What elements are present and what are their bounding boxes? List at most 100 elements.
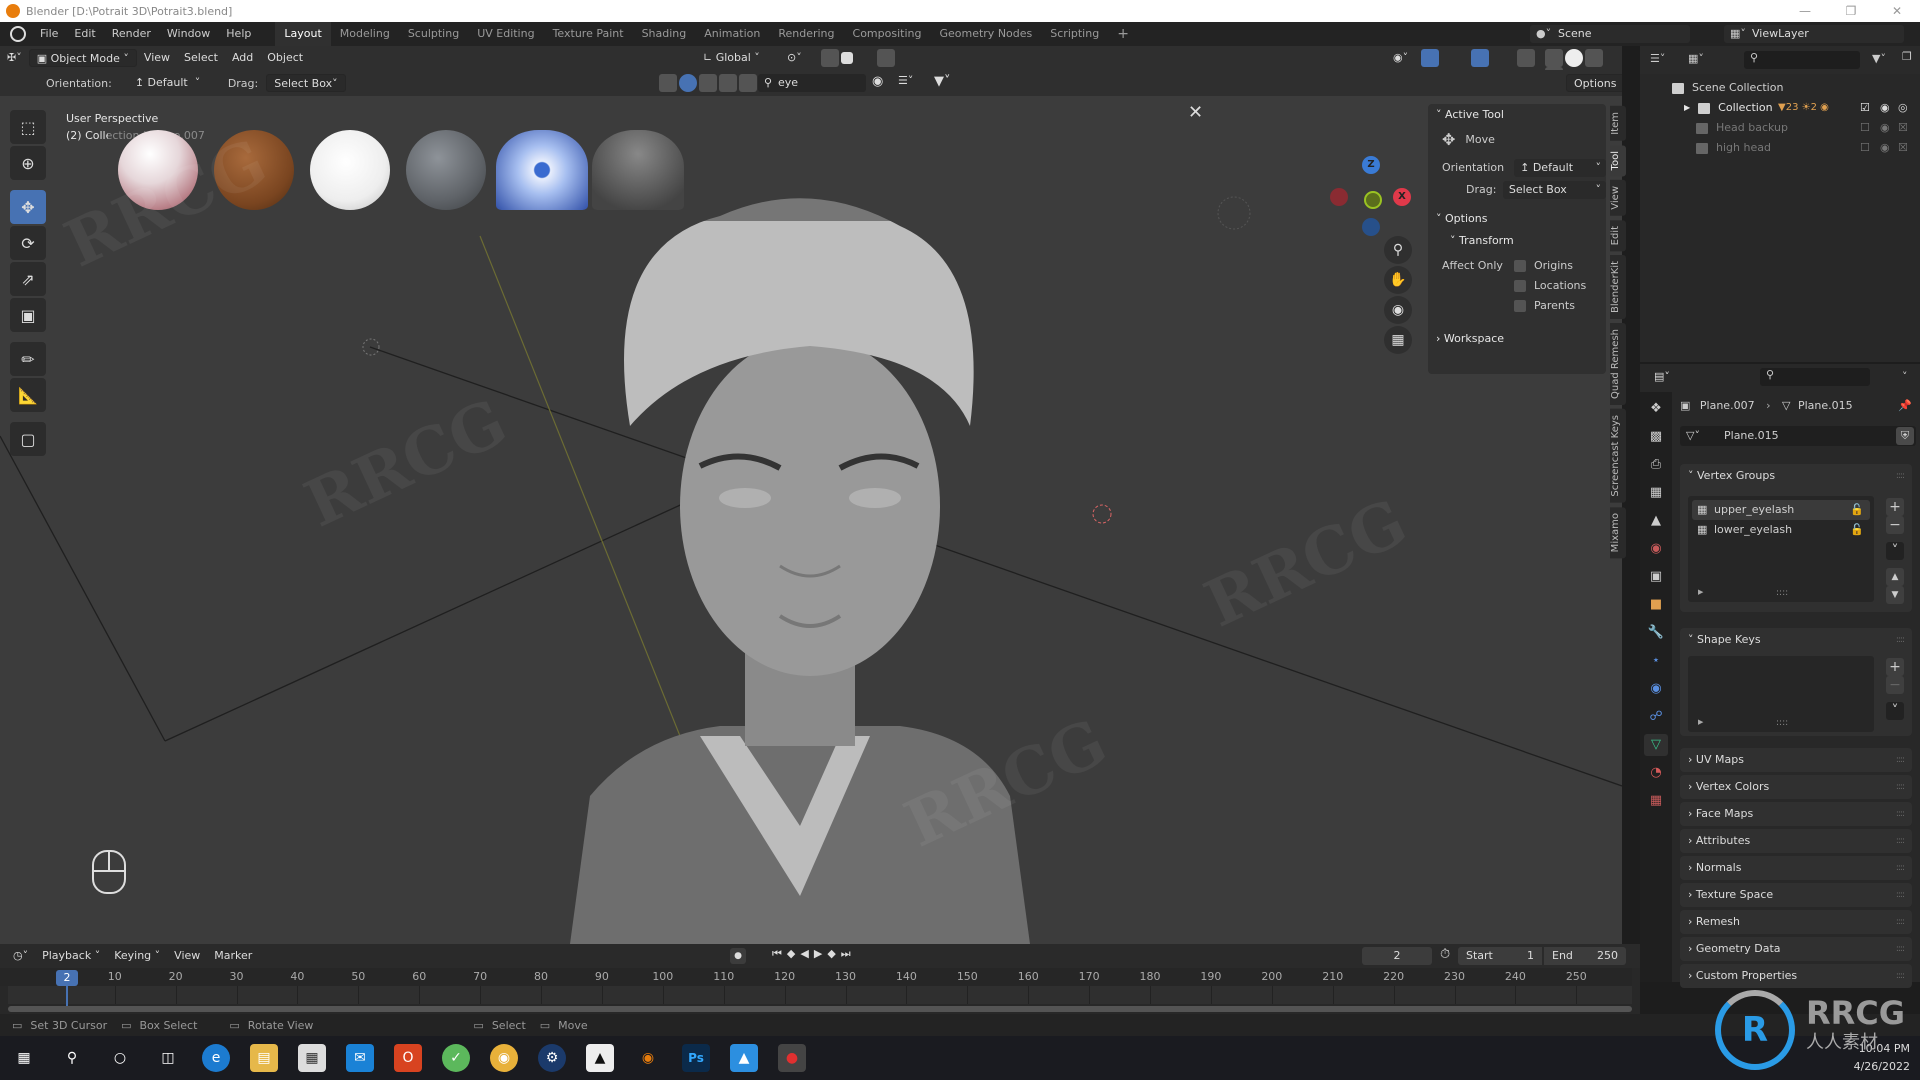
wireframe-shading-button[interactable]	[1545, 49, 1563, 67]
green-app-icon[interactable]: ✓	[442, 1044, 470, 1072]
tab-tool-settings[interactable]: ❖	[1644, 398, 1668, 420]
tool-select-box[interactable]: ⬚	[10, 110, 46, 144]
gizmo-y-axis[interactable]	[1364, 191, 1382, 209]
tool-rotate[interactable]: ⟳	[10, 226, 46, 260]
drag-handle[interactable]: ::::	[1896, 748, 1905, 772]
expand-filter-icon[interactable]: ▶	[1698, 718, 1703, 726]
menu-marker[interactable]: Marker	[207, 947, 259, 965]
menu-view[interactable]: View	[167, 947, 207, 965]
render-camera-icon[interactable]: ◎	[1898, 98, 1908, 118]
mesh-datablock-field[interactable]: ▽˅ Plane.015 ⛨	[1680, 426, 1916, 446]
panel-attributes[interactable]: › Attributes::::	[1680, 829, 1912, 853]
photoshop-icon[interactable]: Ps	[682, 1044, 710, 1072]
3d-viewport[interactable]: ✠˅ ▣ Object Mode ˅ View Select Add Objec…	[0, 46, 1622, 944]
pin-icon[interactable]: 📌	[1898, 396, 1912, 416]
zoom-view-icon[interactable]: ⚲	[1384, 236, 1412, 264]
workspace-tab-layout[interactable]: Layout	[275, 22, 331, 46]
resize-handle[interactable]: ::::	[1776, 718, 1788, 728]
lock-icon[interactable]: 🔓	[1850, 520, 1864, 540]
light-object[interactable]	[1217, 196, 1251, 230]
render-disabled-icon[interactable]: ☒	[1898, 138, 1908, 158]
pan-hand-icon[interactable]: ✋	[1384, 266, 1412, 294]
exclude-checkbox[interactable]: ☑	[1860, 98, 1870, 118]
character-model[interactable]	[570, 198, 1030, 944]
workspace-tab-sculpting[interactable]: Sculpting	[399, 22, 468, 46]
orientation-dropdown[interactable]: ↥ Default ˅	[128, 74, 222, 92]
outliner-scene-collection[interactable]: Scene Collection	[1640, 78, 1920, 98]
vertex-group-specials-dropdown[interactable]: ˅	[1886, 542, 1904, 560]
editor-type-button[interactable]: ◷˅	[6, 947, 35, 965]
close-material-strip-button[interactable]: ✕	[1188, 102, 1203, 123]
material-shading-button[interactable]	[1585, 49, 1603, 67]
panel-header[interactable]: › Vertex Colors::::	[1680, 775, 1912, 799]
vertex-group-item[interactable]: ▦ lower_eyelash 🔓	[1692, 520, 1870, 540]
overlay-toggle[interactable]	[1470, 49, 1490, 67]
timeline-track[interactable]	[8, 986, 1632, 1004]
tab-object-data[interactable]: ▽	[1644, 734, 1668, 756]
list-view-dropdown[interactable]: ☰˅	[898, 74, 913, 87]
menu-render[interactable]: Render	[104, 22, 159, 46]
outliner-item[interactable]: ▶ Collection ▼23 ☀2 ◉ ☑ ◉ ◎	[1640, 98, 1920, 118]
drag-handle[interactable]: ::::	[1896, 829, 1905, 853]
active-tool-header[interactable]: ˅ Active Tool	[1428, 104, 1606, 126]
jump-end-button[interactable]: ⏭	[841, 947, 856, 960]
menu-keying[interactable]: Keying ˅	[107, 947, 167, 965]
xray-toggle[interactable]	[1516, 49, 1536, 67]
material-blue-floral-cloth[interactable]	[496, 130, 588, 210]
breadcrumb-mesh[interactable]: Plane.015	[1798, 399, 1853, 412]
drag-handle[interactable]: ::::	[1896, 802, 1905, 826]
material-grey-dotted-cloth[interactable]	[592, 130, 684, 210]
file-explorer-icon[interactable]: ▤	[250, 1044, 278, 1072]
panel-vertex-colors[interactable]: › Vertex Colors::::	[1680, 775, 1912, 799]
3d-cursor[interactable]	[1092, 504, 1112, 524]
panel-header[interactable]: › Texture Space::::	[1680, 883, 1912, 907]
drag-handle[interactable]: ::::	[1896, 937, 1905, 961]
mode-icons[interactable]	[658, 74, 758, 92]
play-reverse-button[interactable]: ◀	[800, 947, 813, 960]
snap-toggle[interactable]	[820, 49, 854, 67]
material-grey-matte[interactable]	[406, 130, 486, 210]
tab-screencast-keys[interactable]: Screencast Keys	[1610, 409, 1626, 503]
fake-user-shield-icon[interactable]: ⛨	[1896, 427, 1914, 445]
remove-vertex-group-button[interactable]: −	[1886, 516, 1904, 534]
panel-header[interactable]: › Normals::::	[1680, 856, 1912, 880]
tab-quad-remesh[interactable]: Quad Remesh	[1610, 323, 1626, 406]
drag-dropdown[interactable]: Select Box˅	[266, 74, 346, 92]
panel-geometry-data[interactable]: › Geometry Data::::	[1680, 937, 1912, 961]
drag-handle[interactable]: ::::	[1896, 964, 1905, 988]
workspace-tab-modeling[interactable]: Modeling	[331, 22, 399, 46]
panel-remesh[interactable]: › Remesh::::	[1680, 910, 1912, 934]
view-layer-selector[interactable]: ▦˅ ViewLayer	[1724, 25, 1904, 43]
pivot-point-dropdown[interactable]: ⊙˅	[780, 49, 809, 67]
menu-view[interactable]: View	[137, 49, 177, 67]
shape-key-list[interactable]: ▶ ::::	[1688, 656, 1874, 732]
workspace-tab-compositing[interactable]: Compositing	[844, 22, 931, 46]
outliner-item[interactable]: Head backup ☐ ◉ ☒	[1640, 118, 1920, 138]
workspace-tab-texture-paint[interactable]: Texture Paint	[544, 22, 633, 46]
menu-playback[interactable]: Playback ˅	[35, 947, 107, 965]
add-workspace-button[interactable]: +	[1108, 22, 1138, 46]
tab-texture[interactable]: ▦	[1644, 790, 1668, 812]
tab-constraints[interactable]: ☍	[1644, 706, 1668, 728]
tool-annotate[interactable]: ✏	[10, 342, 46, 376]
tab-collection[interactable]: ▣	[1644, 566, 1668, 588]
menu-edit[interactable]: Edit	[66, 22, 103, 46]
panel-header[interactable]: › Face Maps::::	[1680, 802, 1912, 826]
photos-icon[interactable]: ▲	[730, 1044, 758, 1072]
workspace-tab-rendering[interactable]: Rendering	[769, 22, 843, 46]
selectability-visibility-dropdown[interactable]: ◉˅	[1386, 49, 1415, 67]
outliner-filter-dropdown[interactable]: ▼˅	[1872, 52, 1886, 65]
mesh-browse-dropdown[interactable]: ▽˅	[1686, 426, 1700, 446]
scene-selector[interactable]: ●˅ Scene	[1530, 25, 1690, 43]
origins-checkbox[interactable]	[1514, 260, 1526, 272]
options-header[interactable]: ˅ Options	[1428, 208, 1606, 230]
tab-tool[interactable]: Tool	[1610, 144, 1626, 177]
menu-window[interactable]: Window	[159, 22, 218, 46]
auto-keying-toggle[interactable]: ●	[730, 948, 746, 964]
tool-cursor[interactable]: ⊕	[10, 146, 46, 180]
visibility-icon[interactable]: ◉	[872, 74, 883, 89]
filter-dropdown[interactable]: ▼˅	[934, 74, 951, 89]
proportional-edit-toggle[interactable]	[876, 49, 896, 67]
panel-custom-properties[interactable]: › Custom Properties::::	[1680, 964, 1912, 988]
exclude-checkbox[interactable]: ☐	[1860, 138, 1870, 158]
